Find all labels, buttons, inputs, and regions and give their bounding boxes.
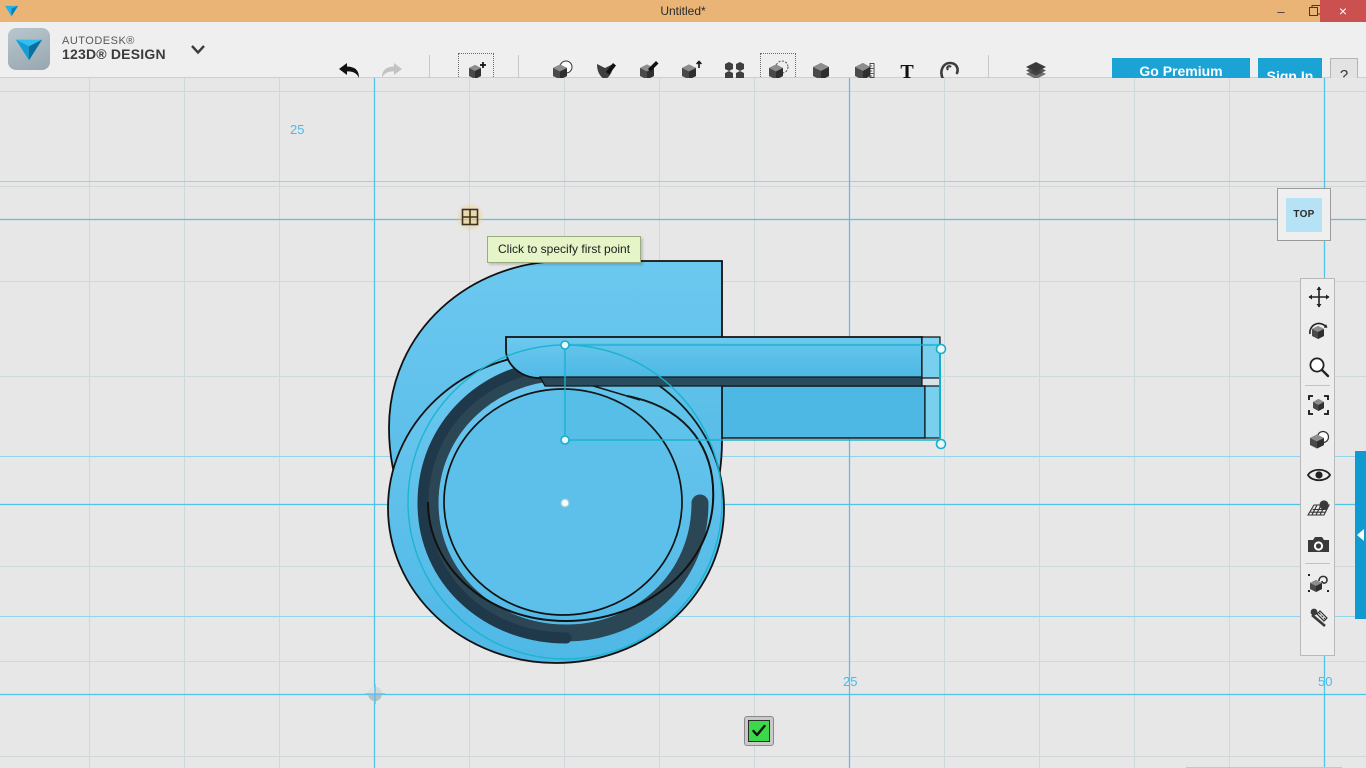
- grid-display-icon[interactable]: [1301, 492, 1336, 527]
- design-canvas[interactable]: 25 25 50 Click to specify first point TO…: [0, 78, 1366, 768]
- navigation-toolbar: [1300, 278, 1335, 656]
- origin-marker-icon: [365, 684, 385, 704]
- autodesk-logo-icon: [8, 28, 50, 70]
- view-cube-top-face[interactable]: TOP: [1286, 197, 1322, 232]
- measure-ruler-icon[interactable]: [1301, 600, 1336, 635]
- confirm-sketch-button[interactable]: [744, 716, 774, 746]
- minimize-button[interactable]: –: [1264, 0, 1298, 22]
- brand-product: 123D® DESIGN: [62, 46, 166, 63]
- orbit-icon[interactable]: [1301, 314, 1336, 349]
- zoom-icon[interactable]: [1301, 349, 1336, 384]
- window-title: Untitled*: [660, 4, 706, 18]
- nav-divider-2: [1305, 563, 1330, 564]
- title-bar: Untitled* – ×: [0, 0, 1366, 22]
- model-spiral-scroll[interactable]: [0, 78, 1366, 768]
- go-premium-label: Go Premium: [1139, 62, 1223, 79]
- sketch-grid-cursor-icon: [456, 203, 484, 231]
- triangle-left-icon: [1356, 529, 1364, 541]
- snap-settings-icon[interactable]: [1301, 565, 1336, 600]
- eye-icon[interactable]: [1301, 457, 1336, 492]
- sketch-tooltip: Click to specify first point: [487, 236, 642, 263]
- chevron-down-icon[interactable]: [188, 39, 208, 59]
- nav-divider: [1305, 385, 1330, 386]
- brand-block: AUTODESK® 123D® DESIGN: [8, 28, 208, 70]
- app-toolbar: AUTODESK® 123D® DESIGN T Go Premium Sign…: [0, 22, 1366, 93]
- object-visibility-icon[interactable]: [1301, 422, 1336, 457]
- camera-icon[interactable]: [1301, 527, 1336, 562]
- fit-to-view-icon[interactable]: [1301, 387, 1336, 422]
- pan-icon[interactable]: [1301, 279, 1336, 314]
- brand-text: AUTODESK® 123D® DESIGN: [62, 35, 166, 63]
- close-button[interactable]: ×: [1320, 0, 1366, 22]
- collapse-panel-tab[interactable]: [1355, 451, 1366, 619]
- view-cube[interactable]: TOP: [1277, 188, 1331, 241]
- green-checkmark-icon[interactable]: [748, 720, 770, 742]
